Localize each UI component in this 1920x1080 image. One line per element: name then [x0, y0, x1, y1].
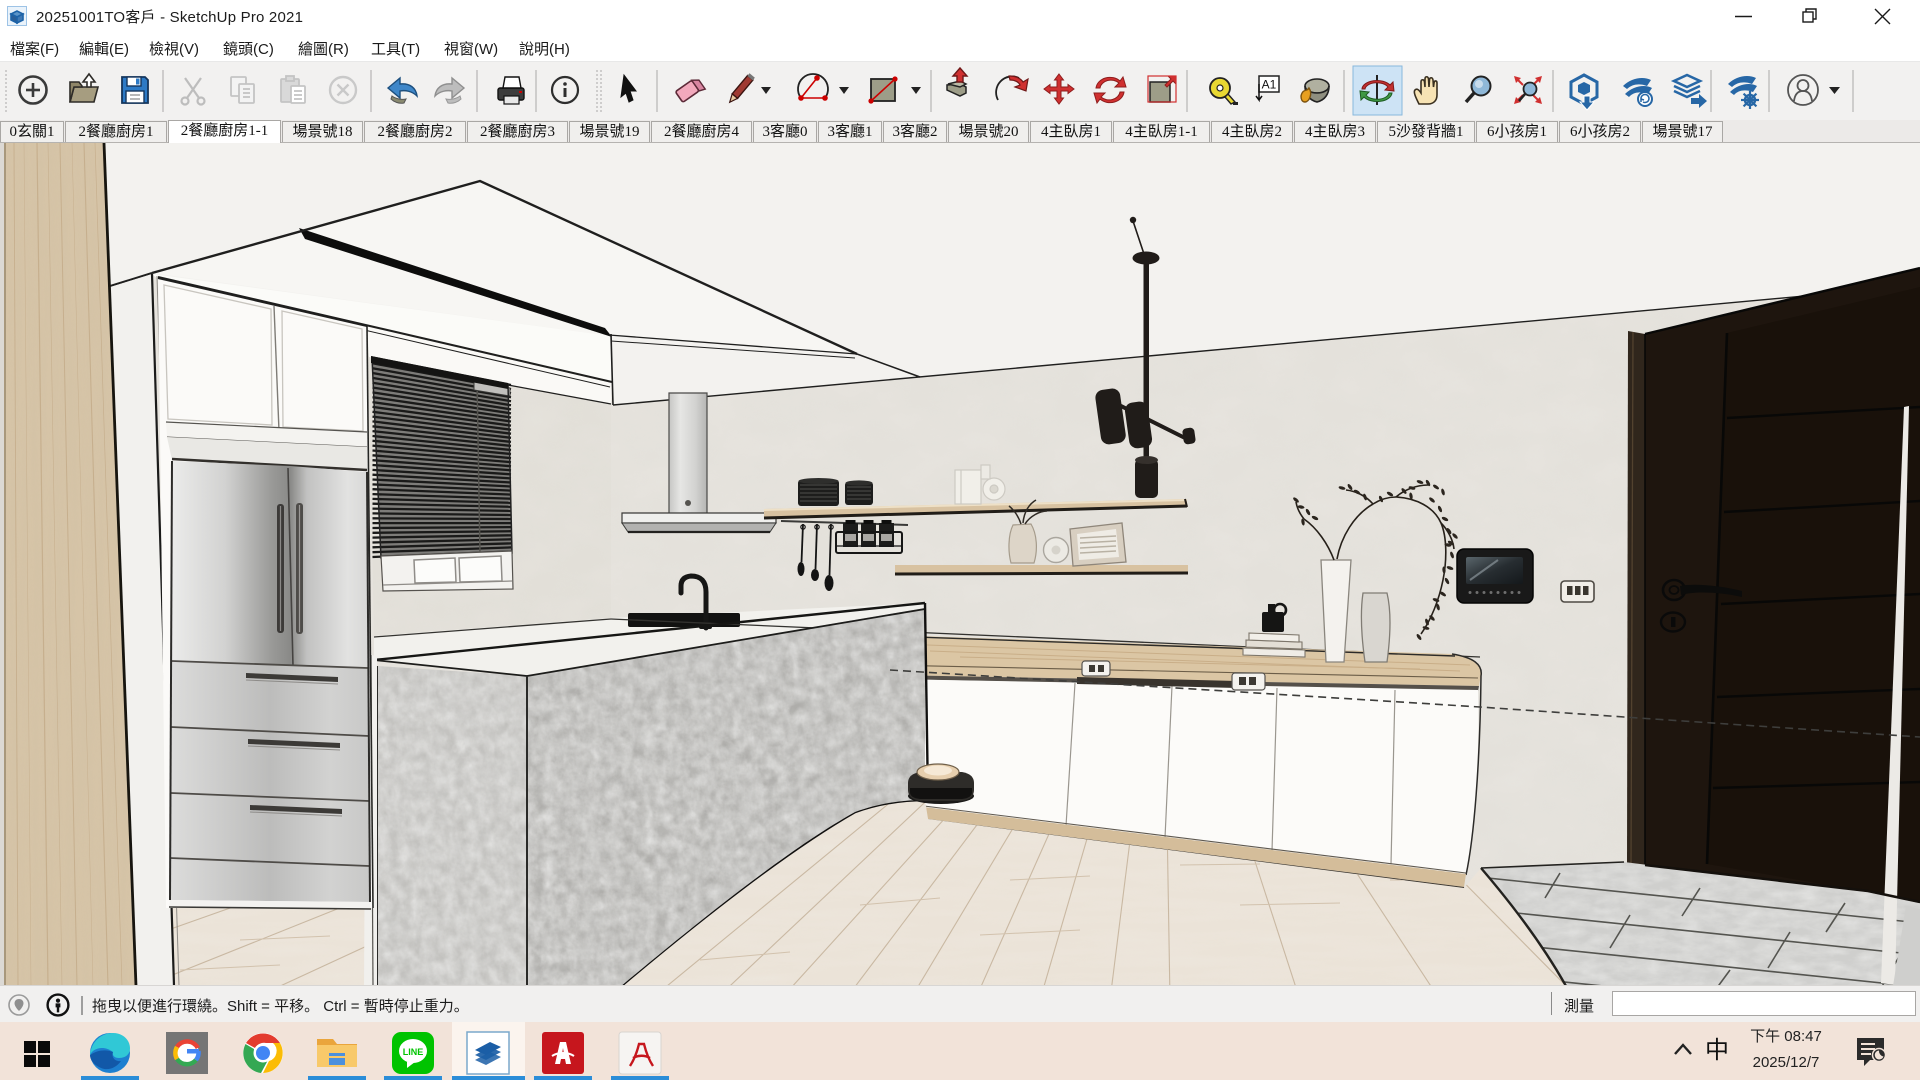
svg-text:A1: A1 [1262, 78, 1277, 92]
svg-text:LINE: LINE [403, 1047, 424, 1057]
svg-text:下午 08:47: 下午 08:47 [1750, 1028, 1822, 1045]
svg-text:中: 中 [1705, 1037, 1729, 1064]
svg-text:2025/12/7: 2025/12/7 [1753, 1054, 1820, 1071]
